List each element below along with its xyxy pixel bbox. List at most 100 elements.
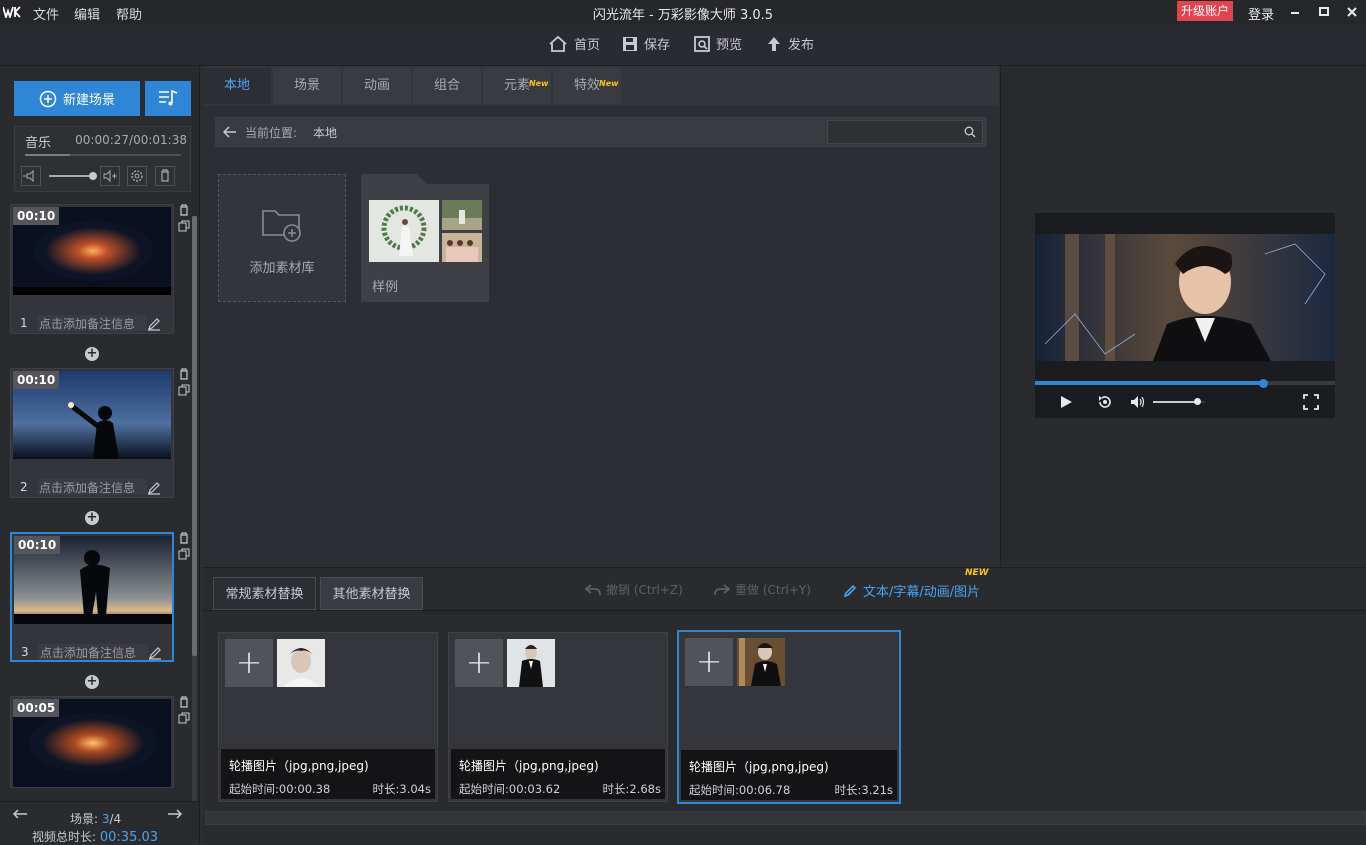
scene-note-text[interactable]: 点击添加备注信息 <box>37 479 147 495</box>
redo-button[interactable]: 重做 (Ctrl+Y) <box>714 581 811 598</box>
upgrade-button[interactable]: 升级账户 <box>1177 1 1233 21</box>
tab-local[interactable]: 本地 <box>203 68 271 104</box>
tab-combination[interactable]: 组合 <box>413 68 481 104</box>
tab-other-replace[interactable]: 其他素材替换 <box>320 577 423 610</box>
replace-start-time: 起始时间:00:03.62 <box>459 782 561 796</box>
scene-counter-label: 场景: <box>70 812 99 826</box>
video-progress-handle[interactable] <box>1259 379 1268 388</box>
delete-scene-icon[interactable] <box>178 204 190 216</box>
next-scene-icon[interactable] <box>167 808 183 820</box>
music-list-button[interactable] <box>145 81 191 116</box>
folder-add-icon <box>261 205 305 243</box>
copy-scene-icon[interactable] <box>178 548 190 560</box>
back-arrow-icon[interactable] <box>223 125 237 139</box>
prev-scene-icon[interactable] <box>12 808 28 820</box>
delete-scene-icon[interactable] <box>178 696 190 708</box>
search-box[interactable] <box>827 120 983 144</box>
scene-number: 2 <box>20 480 28 494</box>
settings-icon[interactable] <box>127 166 147 186</box>
volume-handle[interactable] <box>1194 398 1202 405</box>
scene-note[interactable]: 2 点击添加备注信息 <box>13 477 171 497</box>
scrollbar-thumb[interactable] <box>192 216 197 656</box>
text-subtitle-animation-link[interactable]: 文本/字幕/动画/图片 <box>843 581 980 600</box>
search-input[interactable] <box>828 121 958 141</box>
edit-icon[interactable] <box>147 317 161 331</box>
add-library-card[interactable]: 添加素材库 <box>218 174 346 302</box>
music-volume-handle[interactable] <box>89 172 97 180</box>
tab-element[interactable]: 元素 New <box>483 68 551 104</box>
music-progress[interactable] <box>25 154 181 156</box>
edit-icon[interactable] <box>148 646 162 660</box>
music-time: 00:00:27/00:01:38 <box>75 133 187 147</box>
scene-actions-2 <box>178 368 190 396</box>
replace-item-3[interactable]: + 轮播图片（jpg,png,jpeg) 起始时间:00:06.78 时长:3.… <box>677 630 901 804</box>
copy-scene-icon[interactable] <box>178 712 190 724</box>
insert-scene-button[interactable]: + <box>85 675 99 689</box>
replace-thumbnail[interactable] <box>277 639 325 687</box>
insert-scene-button[interactable]: + <box>85 511 99 525</box>
replace-thumbnail[interactable] <box>737 638 785 686</box>
save-icon <box>622 36 638 52</box>
scene-note[interactable]: 1 点击添加备注信息 <box>13 313 171 333</box>
scene-card-4[interactable]: 00:05 <box>10 696 174 788</box>
scene-note[interactable]: 3 点击添加备注信息 <box>14 642 172 662</box>
video-player <box>1035 213 1335 418</box>
delete-scene-icon[interactable] <box>178 368 190 380</box>
horizontal-scrollbar[interactable] <box>205 811 1366 825</box>
scene-duration: 00:10 <box>13 371 60 389</box>
music-label: 音乐 <box>25 136 52 151</box>
video-progress-bar[interactable] <box>1035 381 1335 385</box>
play-icon[interactable] <box>1059 395 1073 409</box>
copy-scene-icon[interactable] <box>178 384 190 396</box>
insert-scene-button[interactable]: + <box>85 347 99 361</box>
new-badge: New <box>599 79 619 88</box>
home-button[interactable]: 首页 <box>548 34 600 53</box>
scene-actions-4 <box>178 696 190 724</box>
replace-start-time: 起始时间:00:00.38 <box>229 782 331 796</box>
search-icon[interactable] <box>964 126 976 138</box>
new-badge: NEW <box>965 568 989 578</box>
close-icon[interactable] <box>1343 3 1361 21</box>
replace-info: 轮播图片（jpg,png,jpeg) 起始时间:00:06.78 时长:3.21… <box>681 750 897 800</box>
undo-button[interactable]: 撤销 (Ctrl+Z) <box>585 581 683 598</box>
save-button[interactable]: 保存 <box>622 34 670 53</box>
scene-list-scrollbar[interactable] <box>192 216 197 806</box>
video-total-duration: 视频总时长: 00:35.03 <box>32 828 158 845</box>
publish-button[interactable]: 发布 <box>766 34 814 53</box>
preview-button[interactable]: 预览 <box>694 34 742 53</box>
copy-scene-icon[interactable] <box>178 220 190 232</box>
edit-icon[interactable] <box>147 481 161 495</box>
tab-animation[interactable]: 动画 <box>343 68 411 104</box>
scene-note-text[interactable]: 点击添加备注信息 <box>37 315 147 331</box>
add-image-button[interactable]: + <box>455 639 503 687</box>
volume-up-icon[interactable] <box>100 166 120 186</box>
scene-card-1[interactable]: 00:10 1 点击添加备注信息 <box>10 204 174 334</box>
volume-icon[interactable] <box>1130 395 1146 409</box>
minimize-icon[interactable] <box>1286 3 1304 21</box>
tab-scene[interactable]: 场景 <box>273 68 341 104</box>
fullscreen-icon[interactable] <box>1303 394 1319 410</box>
scene-card-3[interactable]: 00:10 3 点击添加备注信息 <box>10 532 174 662</box>
replay-icon[interactable] <box>1097 394 1113 410</box>
scene-number: 3 <box>21 645 29 659</box>
folder-sample[interactable]: 样例 <box>361 174 489 302</box>
maximize-icon[interactable] <box>1315 3 1333 21</box>
login-button[interactable]: 登录 <box>1248 4 1274 23</box>
replace-item-2[interactable]: + 轮播图片（jpg,png,jpeg) 起始时间:00:03.62 时长:2.… <box>448 632 668 802</box>
preview-panel <box>1000 66 1366 566</box>
add-image-button[interactable]: + <box>685 638 733 686</box>
add-image-button[interactable]: + <box>225 639 273 687</box>
trash-icon[interactable] <box>155 166 175 186</box>
path-bar: 当前位置: 本地 <box>215 117 987 147</box>
volume-down-icon[interactable] <box>21 166 41 186</box>
replace-thumbnail[interactable] <box>507 639 555 687</box>
scene-note-text[interactable]: 点击添加备注信息 <box>38 644 148 660</box>
delete-scene-icon[interactable] <box>178 532 190 544</box>
scene-card-2[interactable]: 00:10 2 点击添加备注信息 <box>10 368 174 498</box>
replace-item-1[interactable]: + 轮播图片（jpg,png,jpeg) 起始时间:00:00.38 时长:3.… <box>218 632 438 802</box>
redo-label: 重做 (Ctrl+Y) <box>735 583 811 597</box>
new-scene-button[interactable]: 新建场景 <box>14 81 140 116</box>
tab-regular-replace[interactable]: 常规素材替换 <box>213 577 316 610</box>
tab-effect[interactable]: 特效 New <box>553 68 621 104</box>
replace-duration: 时长:3.21s <box>834 783 893 797</box>
